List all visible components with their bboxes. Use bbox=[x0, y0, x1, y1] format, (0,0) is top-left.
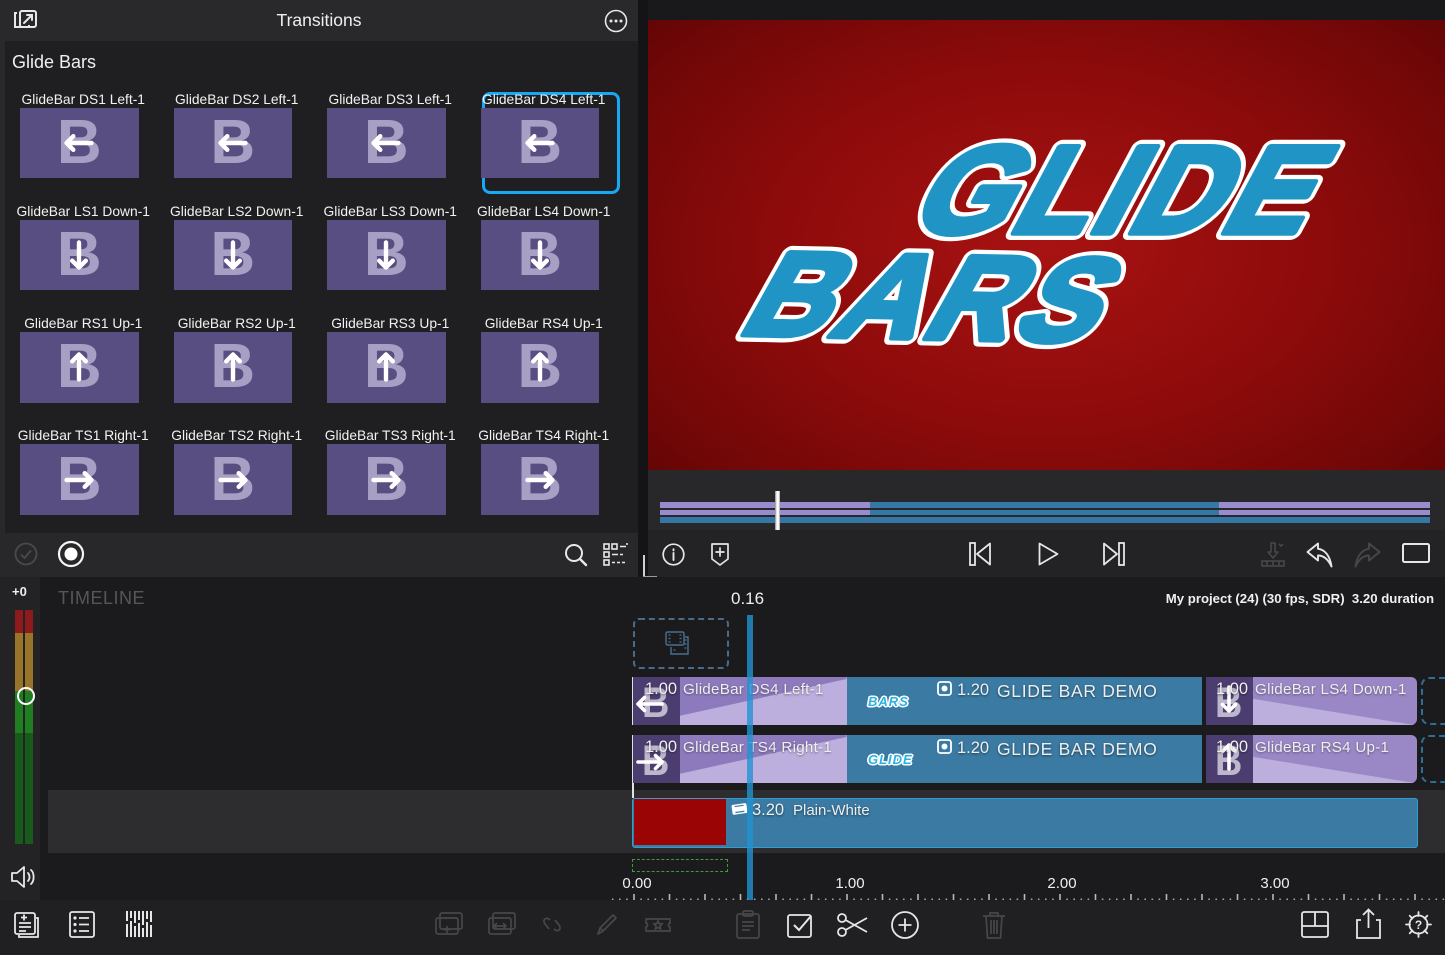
svg-text:BARS: BARS bbox=[722, 228, 1153, 367]
svg-text:?: ? bbox=[1415, 918, 1422, 932]
